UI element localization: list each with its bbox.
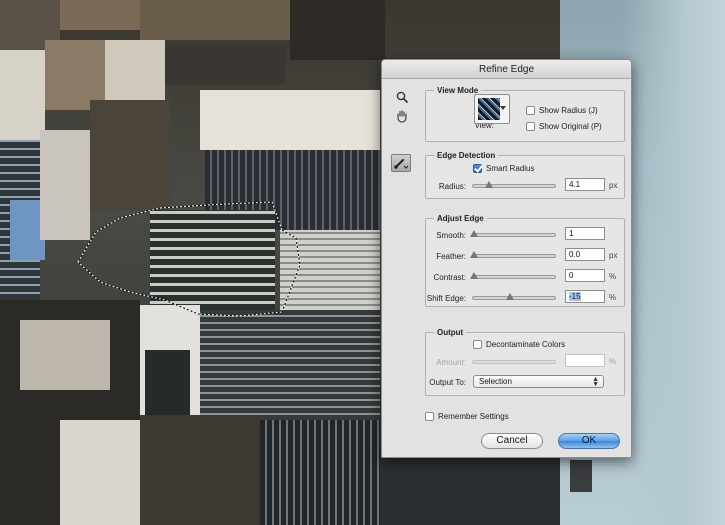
dialog-content: View Mode View: Show Radius (J) Show Ori… bbox=[382, 79, 631, 457]
shift-edge-value: -15 bbox=[569, 292, 581, 301]
ok-button[interactable]: OK bbox=[558, 433, 620, 449]
contrast-unit: % bbox=[609, 272, 617, 281]
output-title: Output bbox=[434, 328, 467, 337]
output-to-value: Selection bbox=[479, 377, 512, 386]
show-radius-label: Show Radius (J) bbox=[539, 106, 598, 115]
hand-icon[interactable] bbox=[395, 109, 409, 123]
feather-slider-thumb[interactable] bbox=[470, 251, 478, 258]
smooth-slider-thumb[interactable] bbox=[470, 230, 478, 237]
smart-radius-label: Smart Radius bbox=[486, 164, 535, 173]
radius-slider[interactable] bbox=[472, 181, 556, 188]
view-mode-group: View Mode View: Show Radius (J) Show Ori… bbox=[425, 86, 625, 142]
decontaminate-colors-checkbox[interactable] bbox=[473, 340, 482, 349]
cancel-button[interactable]: Cancel bbox=[481, 433, 543, 449]
shift-edge-unit: % bbox=[609, 293, 617, 302]
dialog-title[interactable]: Refine Edge bbox=[382, 60, 631, 79]
edge-detection-title: Edge Detection bbox=[434, 151, 499, 160]
magnifier-icon[interactable] bbox=[395, 90, 409, 104]
amount-slider bbox=[472, 360, 556, 364]
shift-edge-slider[interactable] bbox=[472, 293, 556, 300]
amount-unit: % bbox=[609, 357, 617, 366]
feather-label: Feather: bbox=[436, 252, 466, 261]
select-arrows-icon: ▲ ▼ bbox=[592, 376, 599, 388]
show-original-label: Show Original (P) bbox=[539, 122, 602, 131]
view-mode-preview bbox=[478, 98, 500, 120]
smart-radius-checkbox[interactable] bbox=[473, 164, 482, 173]
remember-settings-checkbox[interactable] bbox=[425, 412, 434, 421]
decontaminate-colors-label: Decontaminate Colors bbox=[486, 340, 566, 349]
contrast-slider-thumb[interactable] bbox=[470, 272, 478, 279]
contrast-label: Contrast: bbox=[433, 273, 466, 282]
feather-slider[interactable] bbox=[470, 251, 556, 258]
output-to-label: Output To: bbox=[429, 378, 466, 387]
show-original-checkbox[interactable] bbox=[526, 122, 535, 131]
radius-unit: px bbox=[609, 181, 618, 190]
adjust-edge-title: Adjust Edge bbox=[434, 214, 487, 223]
radius-slider-thumb[interactable] bbox=[485, 181, 493, 188]
shift-edge-label: Shift Edge: bbox=[426, 294, 466, 303]
radius-label: Radius: bbox=[438, 182, 466, 191]
smooth-field[interactable]: 1 bbox=[565, 227, 605, 240]
refine-edge-dialog: Refine Edge View Mode View: Show Radius … bbox=[381, 59, 632, 458]
adjust-edge-group: Adjust Edge Smooth: 1 Feather: 0.0 px Co… bbox=[425, 214, 625, 307]
feather-unit: px bbox=[609, 251, 618, 260]
amount-field bbox=[565, 354, 605, 367]
view-mode-picker[interactable] bbox=[474, 94, 510, 124]
shift-edge-slider-thumb[interactable] bbox=[506, 293, 514, 300]
smooth-slider[interactable] bbox=[470, 230, 556, 237]
contrast-slider[interactable] bbox=[470, 272, 556, 279]
edge-detection-group: Edge Detection Smart Radius Radius: 4.1 … bbox=[425, 151, 625, 199]
contrast-field[interactable]: 0 bbox=[565, 269, 605, 282]
dropdown-arrow-icon bbox=[500, 106, 506, 110]
radius-field[interactable]: 4.1 bbox=[565, 178, 605, 191]
remember-settings-label: Remember Settings bbox=[438, 412, 509, 421]
show-radius-checkbox[interactable] bbox=[526, 106, 535, 115]
amount-label: Amount: bbox=[436, 358, 466, 367]
shift-edge-field[interactable]: -15 bbox=[565, 290, 605, 303]
output-group: Output Decontaminate Colors Amount: % Ou… bbox=[425, 328, 625, 396]
refine-radius-brush-icon[interactable] bbox=[391, 154, 411, 172]
smooth-label: Smooth: bbox=[436, 231, 466, 240]
feather-field[interactable]: 0.0 bbox=[565, 248, 605, 261]
output-to-select[interactable]: Selection ▲ ▼ bbox=[473, 375, 604, 388]
